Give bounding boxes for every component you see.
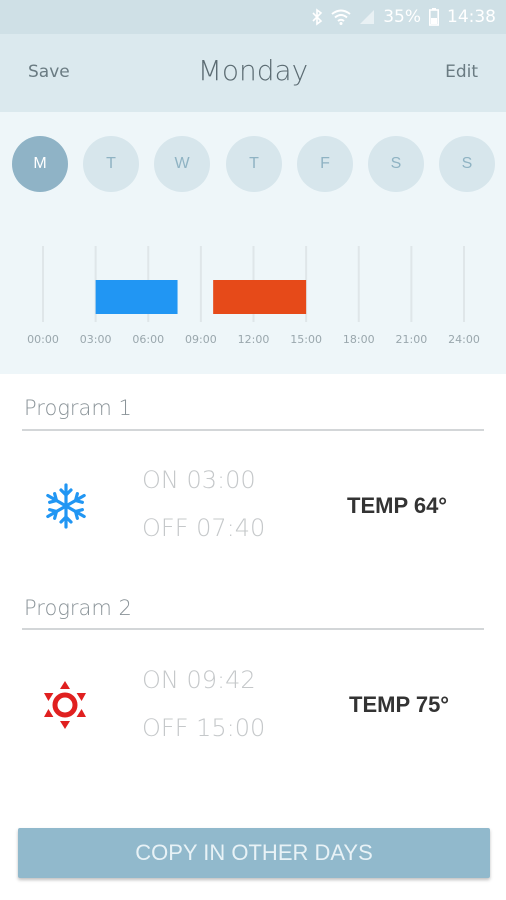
status-icons: 35% 14:38 <box>311 7 496 27</box>
program-2-off-time: OFF 15:00 <box>142 714 266 742</box>
page-title: Monday <box>197 54 309 87</box>
header: Save Monday Edit <box>0 34 506 112</box>
program-1-divider <box>22 429 484 431</box>
program-2-on-time: ON 09:42 <box>142 666 256 694</box>
program-1-on-time: ON 03:00 <box>142 466 256 494</box>
battery-percent: 35% <box>383 7 421 27</box>
battery-icon <box>429 8 439 26</box>
timeline-tick-label: 24:00 <box>448 333 480 346</box>
clock: 14:38 <box>447 7 496 27</box>
program-2-block <box>213 280 307 314</box>
wifi-icon <box>331 9 351 25</box>
program-2-title: Program 2 <box>24 596 132 620</box>
timeline-tick-label: 21:00 <box>396 333 428 346</box>
status-bar: 35% 14:38 <box>0 0 506 34</box>
snowflake-icon <box>46 483 86 529</box>
bluetooth-icon <box>312 8 323 26</box>
timeline-tick-label: 09:00 <box>185 333 217 346</box>
timeline-tick-label: 00:00 <box>27 333 59 346</box>
program-1-block <box>95 280 178 314</box>
edit-button[interactable]: Edit <box>445 62 478 82</box>
schedule-timeline: 00:00 03:00 06:00 09:00 12:00 15:00 18:00 21:00… <box>27 246 480 346</box>
timeline-tick-label: 18:00 <box>343 333 375 346</box>
timeline-tick-label: 12:00 <box>238 333 270 346</box>
program-1-temperature: TEMP 64° <box>347 493 448 518</box>
timeline-tick-label: 06:00 <box>132 333 164 346</box>
sun-icon <box>44 681 86 729</box>
timeline-tick-label: 15:00 <box>290 333 322 346</box>
program-2-divider <box>22 628 484 630</box>
timeline-tick-label: 03:00 <box>80 333 112 346</box>
save-button[interactable]: Save <box>28 62 70 82</box>
program-1-off-time: OFF 07:40 <box>142 514 266 542</box>
day-selector-area: M T W T F S S 00:00 03:00 06:00 09:00 12:00 1… <box>0 112 506 374</box>
program-2-temperature: TEMP 75° <box>349 692 450 717</box>
copy-in-other-days-button[interactable]: COPY IN OTHER DAYS <box>18 828 490 878</box>
signal-icon <box>360 10 375 24</box>
program-1-title: Program 1 <box>24 396 132 420</box>
